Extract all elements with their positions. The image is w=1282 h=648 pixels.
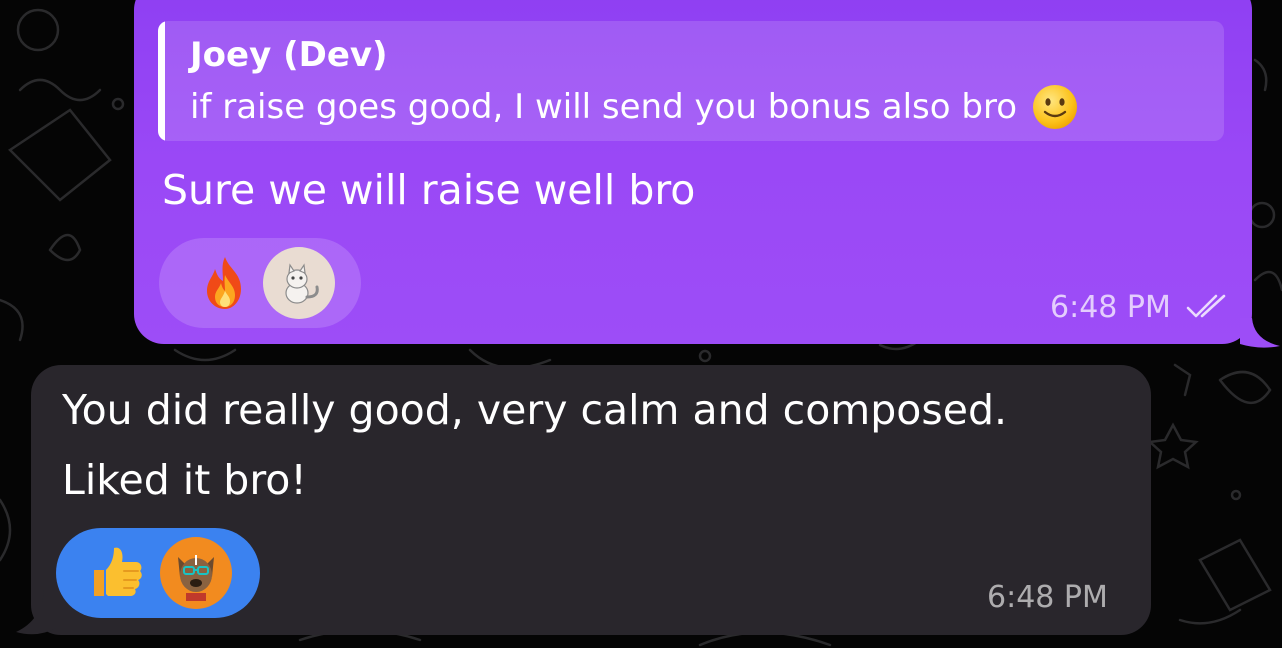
reply-quote-bar (158, 21, 165, 141)
dog-avatar (160, 537, 232, 609)
reply-author: Joey (Dev) (190, 35, 388, 75)
incoming-bubble-tail (16, 590, 56, 635)
fire-icon (207, 257, 241, 309)
cat-avatar (263, 247, 335, 319)
outgoing-timestamp: 6:48 PM (1050, 290, 1171, 325)
double-check-icon (1186, 294, 1226, 318)
slightly-smiling-face-icon (1033, 85, 1077, 129)
reaction-fire[interactable] (159, 238, 361, 328)
outgoing-bubble-tail (1240, 318, 1280, 348)
incoming-timestamp: 6:48 PM (987, 580, 1108, 615)
reaction-thumbs-up[interactable] (56, 528, 260, 618)
reply-text: if raise goes good, I will send you bonu… (190, 87, 1017, 127)
thumbs-up-icon (94, 547, 142, 596)
outgoing-message-text: Sure we will raise well bro (162, 166, 696, 214)
reply-text-row: if raise goes good, I will send you bonu… (190, 83, 1079, 131)
incoming-message-text-line-1: You did really good, very calm and compo… (62, 386, 1008, 434)
reply-quote[interactable]: Joey (Dev) if raise goes good, I will se… (158, 21, 1224, 141)
incoming-message-text-line-2: Liked it bro! (62, 456, 307, 504)
